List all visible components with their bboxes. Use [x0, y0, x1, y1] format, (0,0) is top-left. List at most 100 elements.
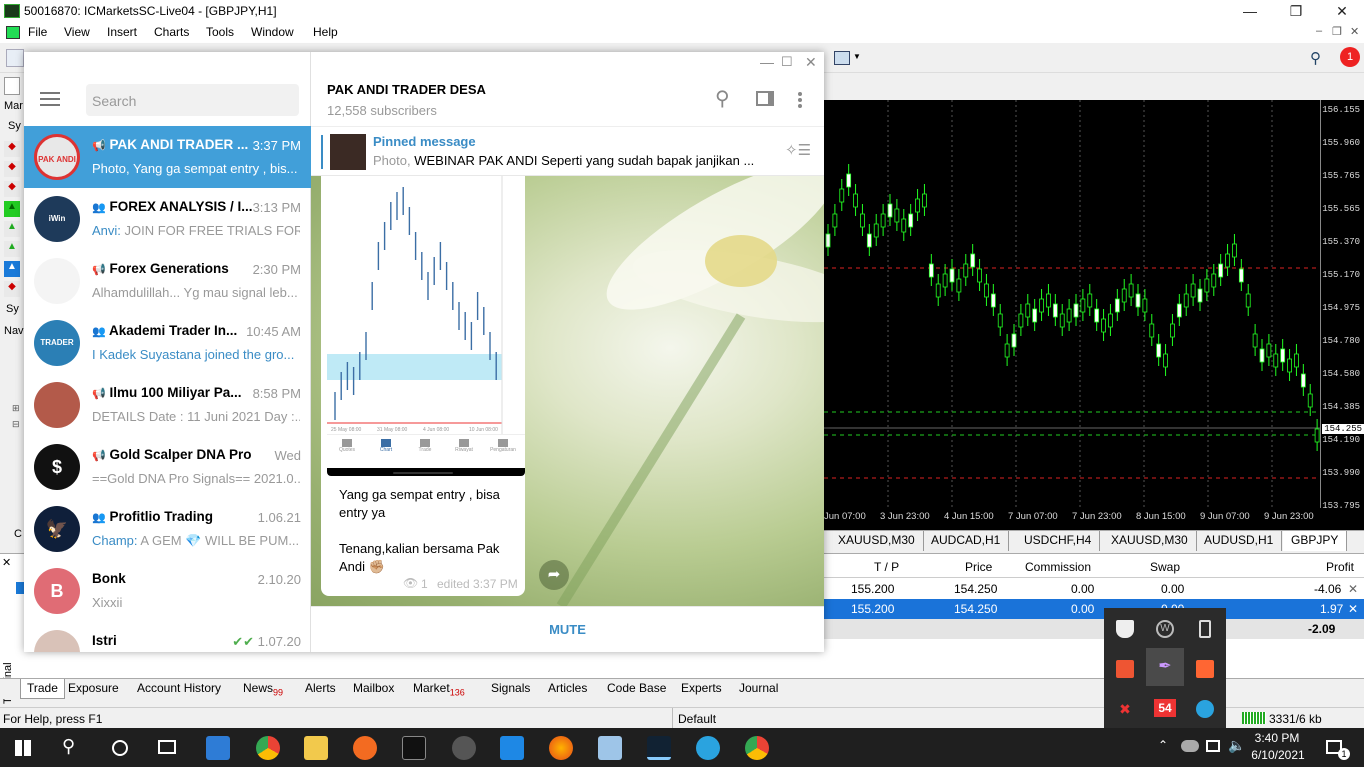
hamburger-menu-icon[interactable]	[40, 92, 60, 94]
terminal-tab-account-history[interactable]: Account History	[137, 681, 221, 695]
chart-tab[interactable]: XAUUSD,M30	[1103, 531, 1197, 551]
terminal-tab-journal[interactable]: Journal	[739, 681, 778, 695]
telegram-tray-icon[interactable]	[1196, 700, 1214, 718]
anydesk-icon[interactable]	[1116, 660, 1134, 678]
unpin-icon[interactable]: ✧☰	[785, 141, 811, 159]
symbols-tab[interactable]: Sy	[6, 303, 19, 315]
tg-maximize-icon[interactable]: ☐	[781, 54, 793, 70]
menu-window[interactable]: Window	[251, 25, 294, 39]
terminal-tab-alerts[interactable]: Alerts	[305, 681, 336, 695]
col-commission[interactable]: Commission	[1025, 560, 1091, 574]
mail-icon[interactable]	[206, 736, 230, 760]
tg-close-icon[interactable]: ✕	[805, 54, 817, 71]
chart-tab[interactable]: GBPJPY	[1283, 531, 1348, 551]
terminal-tab-signals[interactable]: Signals	[491, 681, 530, 695]
chat-item[interactable]: 📢 Forex Generations 2:30 PM Alhamdulillah.…	[24, 250, 311, 312]
share-icon[interactable]: ➦	[539, 560, 569, 590]
volume-icon[interactable]: 🔈	[1228, 737, 1245, 754]
mdi-close-icon[interactable]: ✕	[1350, 25, 1359, 38]
search-icon[interactable]: ⚲	[715, 86, 730, 111]
tray-chevron-icon[interactable]: ⌃	[1158, 738, 1168, 752]
onedrive-icon[interactable]	[1181, 740, 1199, 752]
close-button[interactable]: ✕	[1319, 0, 1364, 23]
menu-file[interactable]: File	[28, 25, 47, 39]
chart-tab[interactable]: AUDCAD,H1	[923, 531, 1010, 551]
channel-name[interactable]: PAK ANDI TRADER DESA	[327, 82, 486, 97]
tree-expand-icon[interactable]: ⊞	[12, 403, 20, 414]
chat-item[interactable]: 🦅 👥 Profitlio Trading 1.06.21 Champ: A GEM …	[24, 498, 311, 560]
menu-tools[interactable]: Tools	[206, 25, 234, 39]
terminal-icon[interactable]	[402, 736, 426, 760]
metatrader-icon[interactable]	[647, 736, 671, 760]
menu-charts[interactable]: Charts	[154, 25, 189, 39]
pinned-message-bar[interactable]: Pinned message Photo, WEBINAR PAK ANDI S…	[311, 126, 824, 176]
cortana-icon[interactable]	[112, 740, 128, 756]
photo-attachment[interactable]: 25 May 08:00 31 May 08:00 4 Jun 08:00 10 Ju…	[327, 176, 525, 476]
chat-item[interactable]: B Bonk 2.10.20 Xixxii	[24, 560, 311, 622]
terminal-tab-experts[interactable]: Experts	[681, 681, 722, 695]
menu-insert[interactable]: Insert	[107, 25, 137, 39]
common-tab[interactable]: C	[14, 528, 22, 540]
windows-start-icon[interactable]	[15, 740, 31, 756]
usb-icon[interactable]	[1199, 620, 1211, 638]
chat-item[interactable]: PAK ANDI 📢 PAK ANDI TRADER ... 3:37 PM Phot…	[24, 126, 311, 188]
chrome-icon[interactable]	[745, 736, 769, 760]
file-explorer-icon[interactable]	[304, 736, 328, 760]
sidebar-toggle-icon[interactable]	[756, 91, 774, 106]
w-app-icon[interactable]	[452, 736, 476, 760]
col-tp[interactable]: T / P	[874, 560, 899, 574]
telegram-icon[interactable]	[696, 736, 720, 760]
counter-badge[interactable]: 54	[1154, 699, 1176, 717]
clock-date[interactable]: 6/10/2021	[1250, 748, 1306, 762]
chat-item[interactable]: Istri ✔✔ 1.07.20	[24, 622, 311, 652]
terminal-tab-news[interactable]: News99	[243, 681, 283, 697]
quill-icon[interactable]: ✒	[1156, 658, 1174, 676]
chrome-icon[interactable]	[256, 736, 280, 760]
search-icon[interactable]: ⚲	[62, 736, 75, 757]
chart-window-icon[interactable]	[834, 51, 850, 65]
tree-collapse-icon[interactable]: ⊟	[12, 419, 20, 430]
w-app-icon[interactable]: W	[1156, 620, 1174, 638]
cross-icon[interactable]: ✖	[1116, 700, 1134, 718]
col-profit[interactable]: Profit	[1326, 560, 1354, 574]
terminal-tab-market[interactable]: Market136	[413, 681, 465, 697]
terminal-tab-exposure[interactable]: Exposure	[68, 681, 119, 695]
close-order-icon[interactable]: ✕	[1348, 602, 1358, 616]
chat-item[interactable]: TRADER 👥 Akademi Trader In... 10:45 AM I Ka…	[24, 312, 311, 374]
chart-tab[interactable]: USDCHF,H4	[1016, 531, 1101, 551]
chat-item[interactable]: $ 📢 Gold Scalper DNA Pro Wed ==Gold DNA Pro…	[24, 436, 311, 498]
more-options-icon[interactable]	[798, 92, 802, 96]
notification-badge[interactable]: 1	[1340, 47, 1360, 67]
price-chart[interactable]	[824, 100, 1320, 530]
col-swap[interactable]: Swap	[1150, 560, 1180, 574]
chart-tab[interactable]: AUDUSD,H1	[1196, 531, 1283, 551]
vscode-icon[interactable]	[500, 736, 524, 760]
close-order-icon[interactable]: ✕	[1348, 582, 1358, 596]
network-icon[interactable]	[1206, 740, 1220, 752]
terminal-tab-code-base[interactable]: Code Base	[607, 681, 666, 695]
shield-icon[interactable]	[1116, 620, 1134, 638]
mdi-minimize-icon[interactable]: –	[1316, 25, 1322, 37]
mdi-restore-icon[interactable]: ❐	[1332, 25, 1342, 38]
menu-help[interactable]: Help	[313, 25, 338, 39]
table-row[interactable]: 155.200 154.250 0.00 0.00 -4.06 ✕	[824, 579, 1364, 599]
search-input[interactable]: Search	[86, 84, 299, 116]
vpn-icon[interactable]	[353, 736, 377, 760]
tg-minimize-icon[interactable]: —	[760, 54, 774, 70]
minimize-button[interactable]: —	[1227, 0, 1273, 23]
sublime-icon[interactable]	[1196, 660, 1214, 678]
menu-view[interactable]: View	[64, 25, 90, 39]
restore-button[interactable]: ❐	[1273, 0, 1319, 23]
control-panel-icon[interactable]	[598, 736, 622, 760]
terminal-tab-articles[interactable]: Articles	[548, 681, 587, 695]
terminal-close-icon[interactable]: ✕	[2, 556, 11, 569]
chevron-down-icon[interactable]: ▼	[853, 52, 861, 61]
firefox-icon[interactable]	[549, 736, 573, 760]
channel-header[interactable]: PAK ANDI TRADER DESA 12,558 subscribers …	[311, 74, 824, 126]
chat-item[interactable]: 📢 Ilmu 100 Miliyar Pa... 8:58 PM DETAILS D…	[24, 374, 311, 436]
search-icon[interactable]: ⚲	[1310, 49, 1321, 67]
terminal-tab-trade[interactable]: Trade	[20, 679, 65, 699]
new-order-icon[interactable]	[6, 49, 24, 67]
cursor-tool-icon[interactable]	[4, 77, 20, 95]
mute-button[interactable]: MUTE	[311, 606, 824, 652]
